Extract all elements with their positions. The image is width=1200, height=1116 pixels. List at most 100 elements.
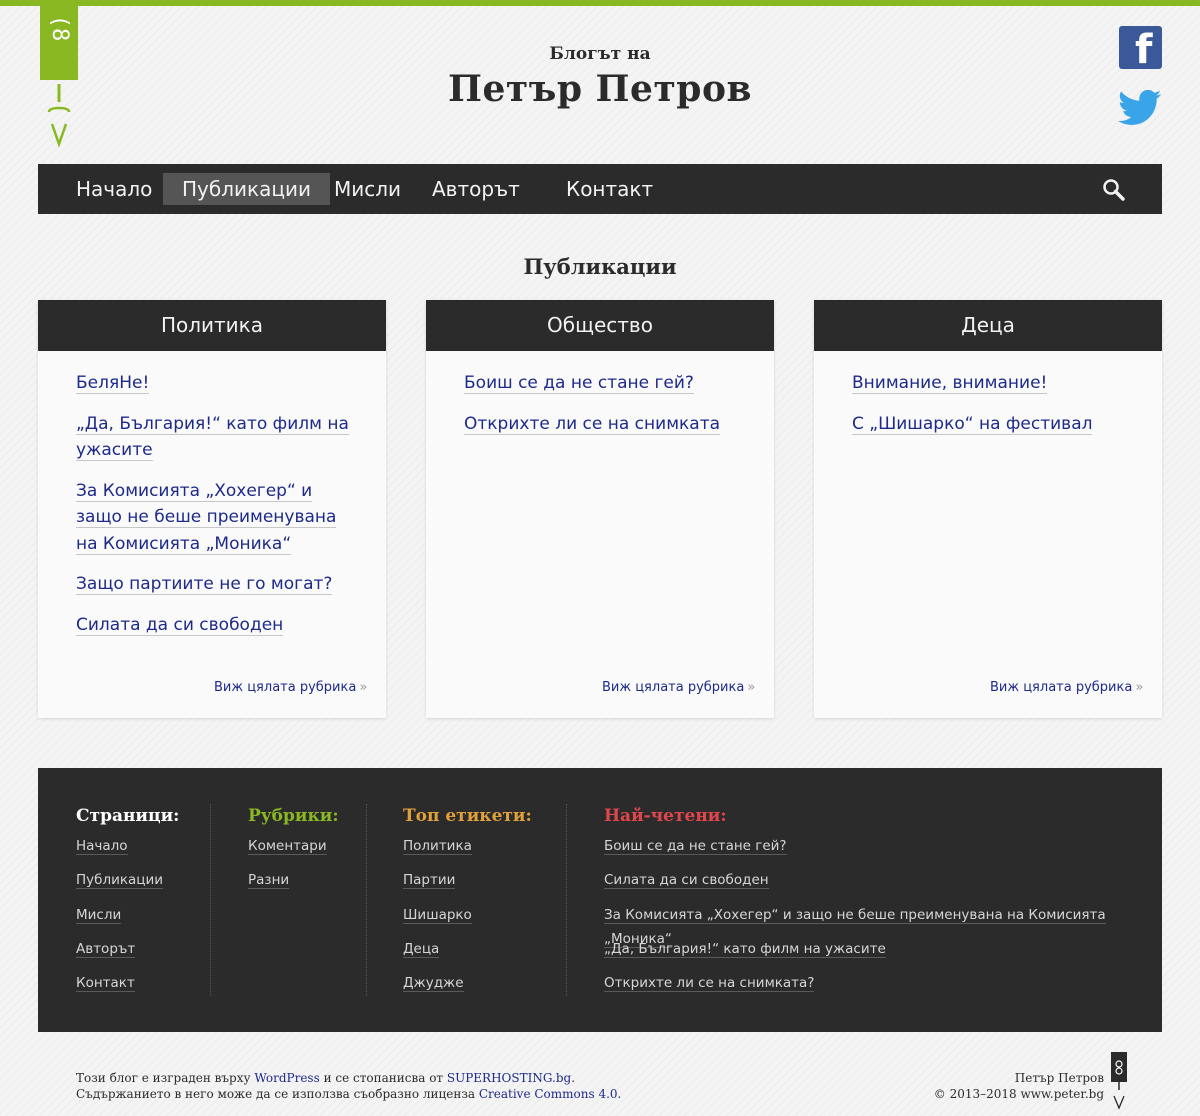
footer-divider (366, 804, 367, 996)
footer-popular-title: Най-четени: (604, 806, 727, 826)
footer-link[interactable]: Коментари (248, 838, 327, 855)
list-item: Открихте ли се на снимката? (604, 971, 1162, 1005)
facebook-letter: f (1135, 27, 1153, 73)
post-link[interactable]: С „Шишарко“ на фестивал (852, 413, 1093, 435)
footer: Страници: Начало Публикации Мисли Авторъ… (38, 768, 1162, 1032)
footer-link[interactable]: Открихте ли се на снимката? (604, 975, 815, 993)
post-link[interactable]: Открихте ли се на снимката (464, 413, 721, 435)
category-card-politics: Политика БеляНе! „Да, България!“ като фи… (38, 300, 386, 718)
credits-text: Съдържанието в него може да се използва … (76, 1087, 479, 1101)
footer-link[interactable]: Авторът (76, 940, 136, 958)
list-item: Защо партиите не го могат? (76, 571, 356, 598)
post-link[interactable]: БеляНе! (76, 373, 150, 394)
category-title[interactable]: Общество (426, 300, 774, 351)
copyright-text: © 2013–2018 www.peter.bg (933, 1087, 1104, 1101)
list-item: Разни (248, 868, 339, 902)
creative-commons-link[interactable]: Creative Commons 4.0 (479, 1087, 618, 1101)
page-title: Публикации (523, 254, 677, 279)
category-title[interactable]: Политика (38, 300, 386, 351)
copyright: Петър Петров © 2013–2018 www.peter.bg (934, 1070, 1104, 1102)
post-link[interactable]: Внимание, внимание! (852, 373, 1048, 394)
credits-line-2: Съдържанието в него може да се използва … (76, 1086, 621, 1102)
post-list: Боиш се да не стане гей? Открихте ли се … (464, 370, 744, 451)
superhosting-link[interactable]: SUPERHOSTING.bg (447, 1071, 571, 1085)
list-item: Открихте ли се на снимката (464, 411, 744, 438)
footer-link[interactable]: Шишарко (403, 906, 472, 924)
see-category-link[interactable]: Виж цялата рубрика» (38, 680, 386, 695)
list-item: Деца (403, 937, 532, 971)
footer-popular: Най-четени: Боиш се да не стане гей? Сил… (604, 806, 1162, 1005)
logo-glyph: (8 (47, 14, 72, 42)
list-item: Силата да си свободен (76, 612, 356, 639)
footer-link[interactable]: Партии (403, 872, 456, 890)
top-accent-bar (0, 0, 1200, 6)
footer-link[interactable]: Боиш се да не стане гей? (604, 838, 787, 855)
list-item: Шишарко (403, 903, 532, 937)
chevron-right-icon: » (1135, 680, 1144, 695)
see-category-link[interactable]: Виж цялата рубрика» (426, 680, 774, 695)
post-link[interactable]: Боиш се да не стане гей? (464, 373, 694, 394)
credits-text: Този блог е изграден върху (76, 1071, 255, 1085)
footer-pages: Страници: Начало Публикации Мисли Авторъ… (76, 806, 179, 1005)
list-item: Партии (403, 868, 532, 902)
post-link[interactable]: Силата да си свободен (76, 614, 284, 636)
footer-divider (210, 804, 211, 996)
list-item: Политика (403, 834, 532, 868)
category-card-children: Деца Внимание, внимание! С „Шишарко“ на … (814, 300, 1162, 718)
post-link[interactable]: За Комисията „Хохегер“ и защо не беше пр… (76, 480, 337, 555)
nav-item-publications[interactable]: Публикации (163, 173, 330, 205)
list-item: Публикации (76, 868, 179, 902)
credits-line-1: Този блог е изграден върху WordPress и с… (76, 1070, 621, 1086)
nav-item-contact[interactable]: Контакт (547, 173, 672, 205)
footer-tags: Топ етикети: Политика Партии Шишарко Дец… (403, 806, 532, 1005)
footer-link[interactable]: „Да, България!“ като филм на ужасите (604, 940, 886, 958)
footer-rubrics-title: Рубрики: (248, 806, 339, 826)
nav-item-author[interactable]: Авторът (413, 173, 539, 205)
post-link[interactable]: Защо партиите не го могат? (76, 574, 333, 595)
list-item: Коментари (248, 834, 339, 868)
see-category-label: Виж цялата рубрика (214, 680, 357, 695)
footer-link[interactable]: Силата да си свободен (604, 872, 769, 890)
footer-link[interactable]: Публикации (76, 872, 164, 890)
footer-link[interactable]: Политика (403, 838, 472, 855)
list-item: За Комисията „Хохегер“ и защо не беше пр… (604, 903, 1162, 948)
wordpress-link[interactable]: WordPress (254, 1071, 319, 1085)
blog-title[interactable]: Петър Петров (0, 68, 1200, 110)
nav-item-home[interactable]: Начало (57, 173, 171, 205)
nav-item-thoughts[interactable]: Мисли (315, 173, 420, 205)
mini-logo-icon (1111, 1052, 1127, 1110)
list-item: Джудже (403, 971, 532, 1005)
footer-link[interactable]: Мисли (76, 906, 122, 924)
footer-pages-title: Страници: (76, 806, 180, 826)
blog-subtitle: Блогът на (549, 44, 651, 64)
chevron-right-icon: » (359, 680, 368, 695)
category-card-society: Общество Боиш се да не стане гей? Открих… (426, 300, 774, 718)
see-category-link[interactable]: Виж цялата рубрика» (814, 680, 1162, 695)
search-icon[interactable] (1102, 178, 1126, 202)
list-item: Мисли (76, 903, 179, 937)
footer-link[interactable]: Разни (248, 872, 290, 890)
twitter-icon[interactable] (1118, 88, 1162, 128)
list-item: За Комисията „Хохегер“ и защо не беше пр… (76, 478, 356, 558)
footer-link[interactable]: Джудже (403, 975, 464, 993)
footer-link[interactable]: Контакт (76, 975, 135, 993)
credits: Този блог е изграден върху WordPress и с… (76, 1070, 621, 1102)
post-link[interactable]: „Да, България!“ като филм на ужасите (76, 413, 349, 461)
list-item: Боиш се да не стане гей? (464, 370, 744, 397)
credits-text: и се стопанисва от (319, 1071, 447, 1085)
chevron-right-icon: » (747, 680, 756, 695)
list-item: „Да, България!“ като филм на ужасите (604, 937, 1162, 971)
list-item: „Да, България!“ като филм на ужасите (76, 411, 356, 464)
facebook-icon[interactable]: f (1119, 26, 1162, 73)
footer-link[interactable]: Начало (76, 838, 128, 855)
list-item: Боиш се да не стане гей? (604, 834, 1162, 868)
category-title[interactable]: Деца (814, 300, 1162, 351)
list-item: Внимание, внимание! (852, 370, 1132, 397)
main-nav: Начало Публикации Мисли Авторът Контакт (38, 164, 1162, 214)
list-item: Начало (76, 834, 179, 868)
list-item: Контакт (76, 971, 179, 1005)
footer-link[interactable]: Деца (403, 940, 440, 958)
footer-rubrics: Рубрики: Коментари Разни (248, 806, 339, 903)
footer-tags-title: Топ етикети: (403, 806, 532, 826)
post-list: Внимание, внимание! С „Шишарко“ на фести… (852, 370, 1132, 451)
